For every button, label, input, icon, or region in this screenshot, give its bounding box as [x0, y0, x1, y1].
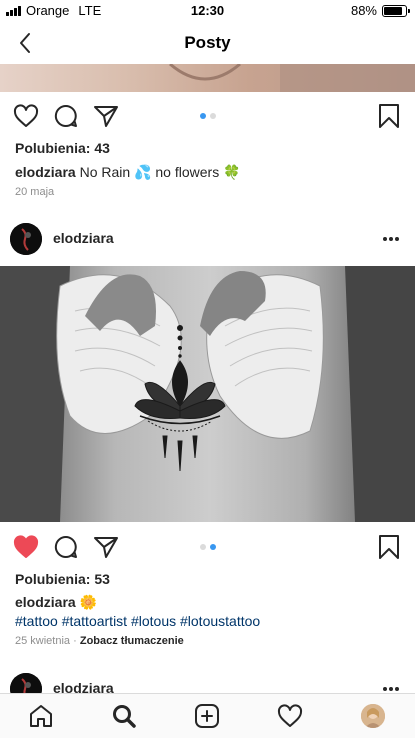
- more-dots-icon: [383, 687, 399, 691]
- post-caption: elodziara 🌼: [15, 594, 97, 611]
- battery-icon: [382, 4, 410, 17]
- post-meta: 25 kwietnia · Zobacz tłumaczenie: [15, 635, 184, 647]
- carousel-dot: [199, 544, 206, 550]
- likes-count[interactable]: Polubienia: 43: [15, 140, 110, 156]
- caption-text: No Rain 💦 no flowers 🍀: [79, 164, 241, 180]
- tab-profile[interactable]: [359, 702, 387, 730]
- status-bar: Orange LTE 12:30 88%: [0, 0, 415, 22]
- tab-activity[interactable]: [276, 702, 304, 730]
- caption-username[interactable]: elodziara: [15, 164, 76, 180]
- search-icon: [113, 705, 136, 728]
- carousel-indicator: [0, 544, 415, 550]
- meta-separator: ·: [73, 635, 77, 647]
- post-actions: [0, 96, 415, 136]
- home-icon: [30, 705, 52, 727]
- battery-percentage: 88%: [350, 3, 377, 18]
- post-caption: elodziara No Rain 💦 no flowers 🍀: [15, 164, 241, 181]
- post-date: 25 kwietnia: [15, 635, 71, 647]
- post-hashtags[interactable]: #tattoo #tattoartist #lotous #lotoustatt…: [15, 613, 260, 629]
- carousel-dot: [209, 544, 216, 550]
- bookmark-icon: [379, 535, 399, 559]
- bookmark-icon: [379, 104, 399, 128]
- more-options-button[interactable]: [379, 227, 403, 251]
- carousel-indicator: [0, 113, 415, 119]
- profile-avatar: [361, 704, 385, 728]
- avatar[interactable]: [10, 223, 42, 255]
- page-title: Posty: [184, 33, 231, 52]
- tab-add-post[interactable]: [193, 702, 221, 730]
- more-dots-icon: [383, 237, 399, 241]
- post-photo[interactable]: [0, 64, 415, 92]
- post-username[interactable]: elodziara: [53, 230, 114, 246]
- post-photo[interactable]: [0, 266, 415, 522]
- bottom-tab-bar: [0, 693, 415, 738]
- navigation-bar: Posty: [0, 22, 415, 64]
- post-actions: [0, 527, 415, 567]
- post-date: 20 maja: [15, 186, 55, 198]
- tab-home[interactable]: [27, 702, 55, 730]
- heart-icon: [277, 704, 303, 727]
- save-button[interactable]: [375, 533, 403, 561]
- add-post-icon: [195, 704, 219, 728]
- caption-text: 🌼: [79, 594, 98, 610]
- likes-count[interactable]: Polubienia: 53: [15, 571, 110, 587]
- see-translation-link[interactable]: Zobacz tłumaczenie: [80, 635, 184, 647]
- post-header: elodziara: [0, 215, 415, 263]
- caption-username[interactable]: elodziara: [15, 594, 76, 610]
- carousel-dot: [209, 113, 216, 119]
- carousel-dot: [199, 113, 206, 119]
- save-button[interactable]: [375, 102, 403, 130]
- tab-search[interactable]: [110, 702, 138, 730]
